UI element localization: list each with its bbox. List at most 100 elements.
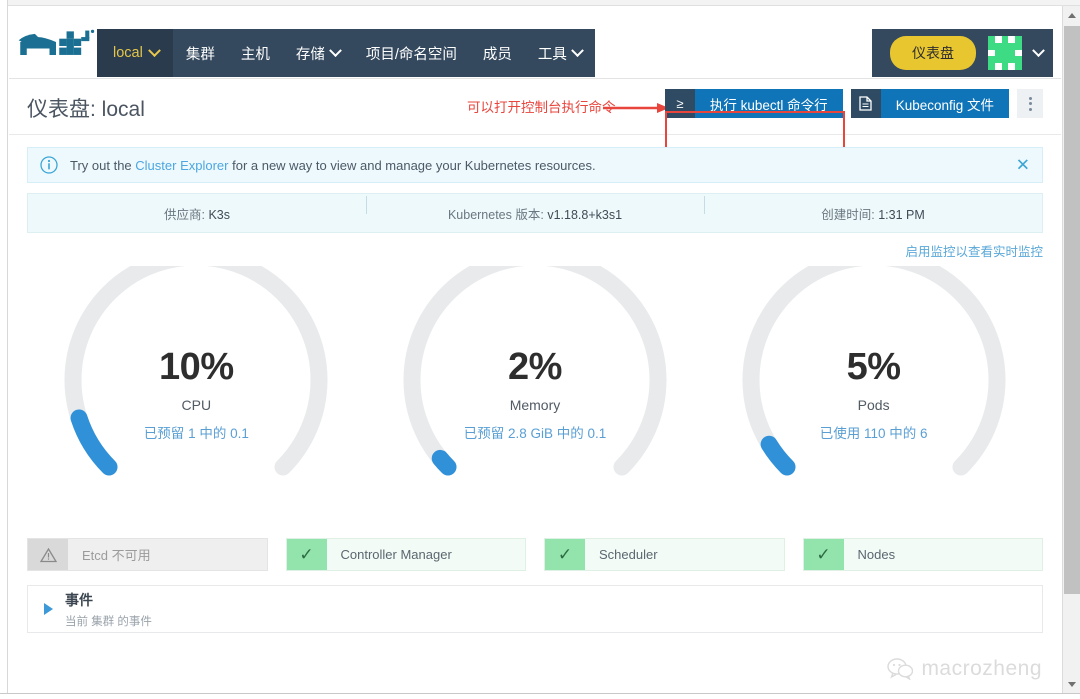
- gauge-pods-center: 5% Pods 已使用 110 中的 6: [820, 348, 928, 442]
- gauge-memory: 2% Memory 已预留 2.8 GiB 中的 0.1: [385, 266, 685, 531]
- nav-item-hosts[interactable]: 主机: [228, 29, 283, 77]
- events-subtitle: 当前 集群 的事件: [65, 615, 152, 628]
- gauge-memory-center: 2% Memory 已预留 2.8 GiB 中的 0.1: [464, 348, 607, 442]
- info-value: v1.18.8+k3s1: [547, 207, 623, 222]
- info-cell-created: 创建时间: 1:31 PM: [704, 195, 1042, 223]
- info-cell-provider: 供应商: K3s: [28, 204, 366, 223]
- triangle-up-icon: [1068, 12, 1076, 18]
- gauge-pods-percent: 5%: [846, 345, 901, 388]
- check-icon: ✓: [286, 539, 327, 570]
- rancher-cow-logo-icon[interactable]: [17, 27, 95, 65]
- nav-item-members[interactable]: 成员: [470, 29, 525, 77]
- scrollbar-thumb[interactable]: [1064, 26, 1080, 594]
- cluster-selector-label: local: [113, 45, 143, 61]
- enable-monitoring-link[interactable]: 启用监控以查看实时监控: [27, 241, 1043, 260]
- chevron-down-icon: [328, 43, 342, 57]
- banner-message: Try out the Cluster Explorer for a new w…: [70, 158, 596, 173]
- info-label: 创建时间:: [821, 207, 875, 222]
- page-scrollbar[interactable]: [1062, 6, 1080, 693]
- nav-item-label: 成员: [482, 46, 512, 63]
- title-action-buttons: ≥ 执行 kubectl 命令行 Kubeconfig 文件: [664, 89, 1043, 118]
- info-label: 供应商:: [163, 207, 205, 222]
- info-circle-icon: [28, 156, 70, 174]
- page-viewport: local 集群 主机 存储 项目/命名空间 成员 工具 仪表盘 仪表盘: lo…: [9, 7, 1061, 692]
- gauge-pods: 5% Pods 已使用 110 中的 6: [724, 266, 1024, 531]
- info-cell-kubernetes-version: Kubernetes 版本: v1.18.8+k3s1: [366, 195, 704, 223]
- main-navigation: local 集群 主机 存储 项目/命名空间 成员 工具: [97, 29, 595, 77]
- cluster-explorer-link[interactable]: Cluster Explorer: [135, 158, 228, 173]
- check-icon: ✓: [803, 539, 844, 570]
- info-value: 1:31 PM: [878, 207, 925, 222]
- status-tile-controller-manager[interactable]: ✓ Controller Manager: [285, 538, 526, 571]
- nav-item-label: 项目/命名空间: [365, 46, 457, 63]
- banner-text-after: for a new way to view and manage your Ku…: [228, 157, 596, 173]
- status-tile-nodes[interactable]: ✓ Nodes: [802, 538, 1043, 571]
- avatar[interactable]: [988, 36, 1022, 70]
- page-title: 仪表盘: local: [27, 93, 145, 123]
- status-tile-label: Nodes: [857, 547, 896, 562]
- kubeconfig-button[interactable]: Kubeconfig 文件: [850, 89, 1009, 118]
- gauge-cpu-label: CPU: [181, 396, 212, 413]
- chevron-down-icon[interactable]: [1032, 43, 1045, 57]
- window-top-edge: [0, 0, 1080, 6]
- file-document-icon: [850, 89, 881, 118]
- app-header: local 集群 主机 存储 项目/命名空间 成员 工具 仪表盘: [9, 7, 1061, 79]
- scroll-down-arrow[interactable]: [1063, 675, 1080, 693]
- page-title-cluster: local: [101, 98, 145, 121]
- browser-window: local 集群 主机 存储 项目/命名空间 成员 工具 仪表盘 仪表盘: lo…: [0, 0, 1080, 699]
- gauge-cpu-detail: 已预留 1 中的 0.1: [143, 425, 249, 441]
- nav-item-label: 主机: [240, 46, 270, 63]
- close-icon[interactable]: ✕: [1016, 157, 1030, 174]
- component-status-row: Etcd 不可用 ✓ Controller Manager ✓ Schedule…: [27, 538, 1043, 571]
- nav-item-label: 工具: [537, 46, 567, 63]
- page-body: Try out the Cluster Explorer for a new w…: [9, 147, 1061, 633]
- nav-item-label: 集群: [185, 46, 215, 63]
- status-tile-label: Etcd 不可用: [82, 548, 151, 563]
- triangle-down-icon: [1068, 681, 1076, 687]
- annotation-arrow-icon: [603, 103, 669, 113]
- chevron-down-icon: [147, 43, 161, 57]
- nav-item-tools[interactable]: 工具: [525, 29, 595, 77]
- page-title-prefix: 仪表盘: [27, 98, 90, 121]
- cluster-selector[interactable]: local: [97, 29, 173, 77]
- terminal-prompt-icon: ≥: [664, 89, 695, 118]
- events-text-group: 事件 当前 集群 的事件: [65, 590, 152, 629]
- scroll-up-arrow[interactable]: [1063, 6, 1080, 24]
- status-tile-label: Controller Manager: [340, 547, 452, 562]
- nav-item-storage[interactable]: 存储: [283, 29, 353, 77]
- info-label: Kubernetes 版本:: [447, 207, 544, 222]
- check-icon: ✓: [545, 539, 585, 570]
- kebab-menu-icon[interactable]: [1017, 89, 1043, 118]
- nav-item-clusters[interactable]: 集群: [173, 29, 228, 77]
- dashboard-button[interactable]: 仪表盘: [890, 36, 976, 70]
- header-right-group: 仪表盘: [872, 29, 1053, 77]
- gauge-memory-label: Memory: [509, 396, 561, 413]
- page-title-bar: 仪表盘: local 可以打开控制台执行命令 ≥ 执行 kubectl 命令行: [9, 79, 1061, 135]
- status-tile-etcd[interactable]: Etcd 不可用: [27, 538, 268, 571]
- nav-item-projects-namespaces[interactable]: 项目/命名空间: [353, 29, 470, 77]
- status-tile-label: Scheduler: [599, 547, 658, 562]
- triangle-right-icon[interactable]: [44, 603, 53, 615]
- cluster-info-strip: 供应商: K3s Kubernetes 版本: v1.18.8+k3s1 创建时…: [27, 193, 1043, 233]
- gauge-cpu-percent: 10%: [159, 345, 234, 388]
- chevron-down-icon: [570, 43, 584, 57]
- events-title: 事件: [65, 591, 93, 608]
- gauge-cpu-center: 10% CPU 已预留 1 中的 0.1: [144, 348, 249, 442]
- window-bottom-edge: [0, 693, 1080, 699]
- dot: [1028, 96, 1032, 100]
- cluster-explorer-banner: Try out the Cluster Explorer for a new w…: [27, 147, 1043, 183]
- gauge-pods-detail: 已使用 110 中的 6: [819, 425, 928, 441]
- status-tile-scheduler[interactable]: ✓ Scheduler: [544, 538, 785, 571]
- info-value: K3s: [208, 207, 230, 222]
- nav-item-label: 存储: [295, 46, 325, 63]
- kubeconfig-button-label: Kubeconfig 文件: [880, 89, 1009, 118]
- events-panel[interactable]: 事件 当前 集群 的事件: [27, 585, 1043, 633]
- warning-triangle-icon: [28, 539, 68, 570]
- page-title-separator: :: [90, 98, 102, 121]
- gauge-cpu: 10% CPU 已预留 1 中的 0.1: [46, 266, 346, 531]
- window-left-edge: [0, 0, 8, 699]
- dot: [1028, 102, 1032, 105]
- gauge-memory-percent: 2%: [508, 345, 562, 388]
- gauge-pods-label: Pods: [857, 396, 890, 413]
- kubectl-shell-button[interactable]: ≥ 执行 kubectl 命令行: [664, 89, 843, 118]
